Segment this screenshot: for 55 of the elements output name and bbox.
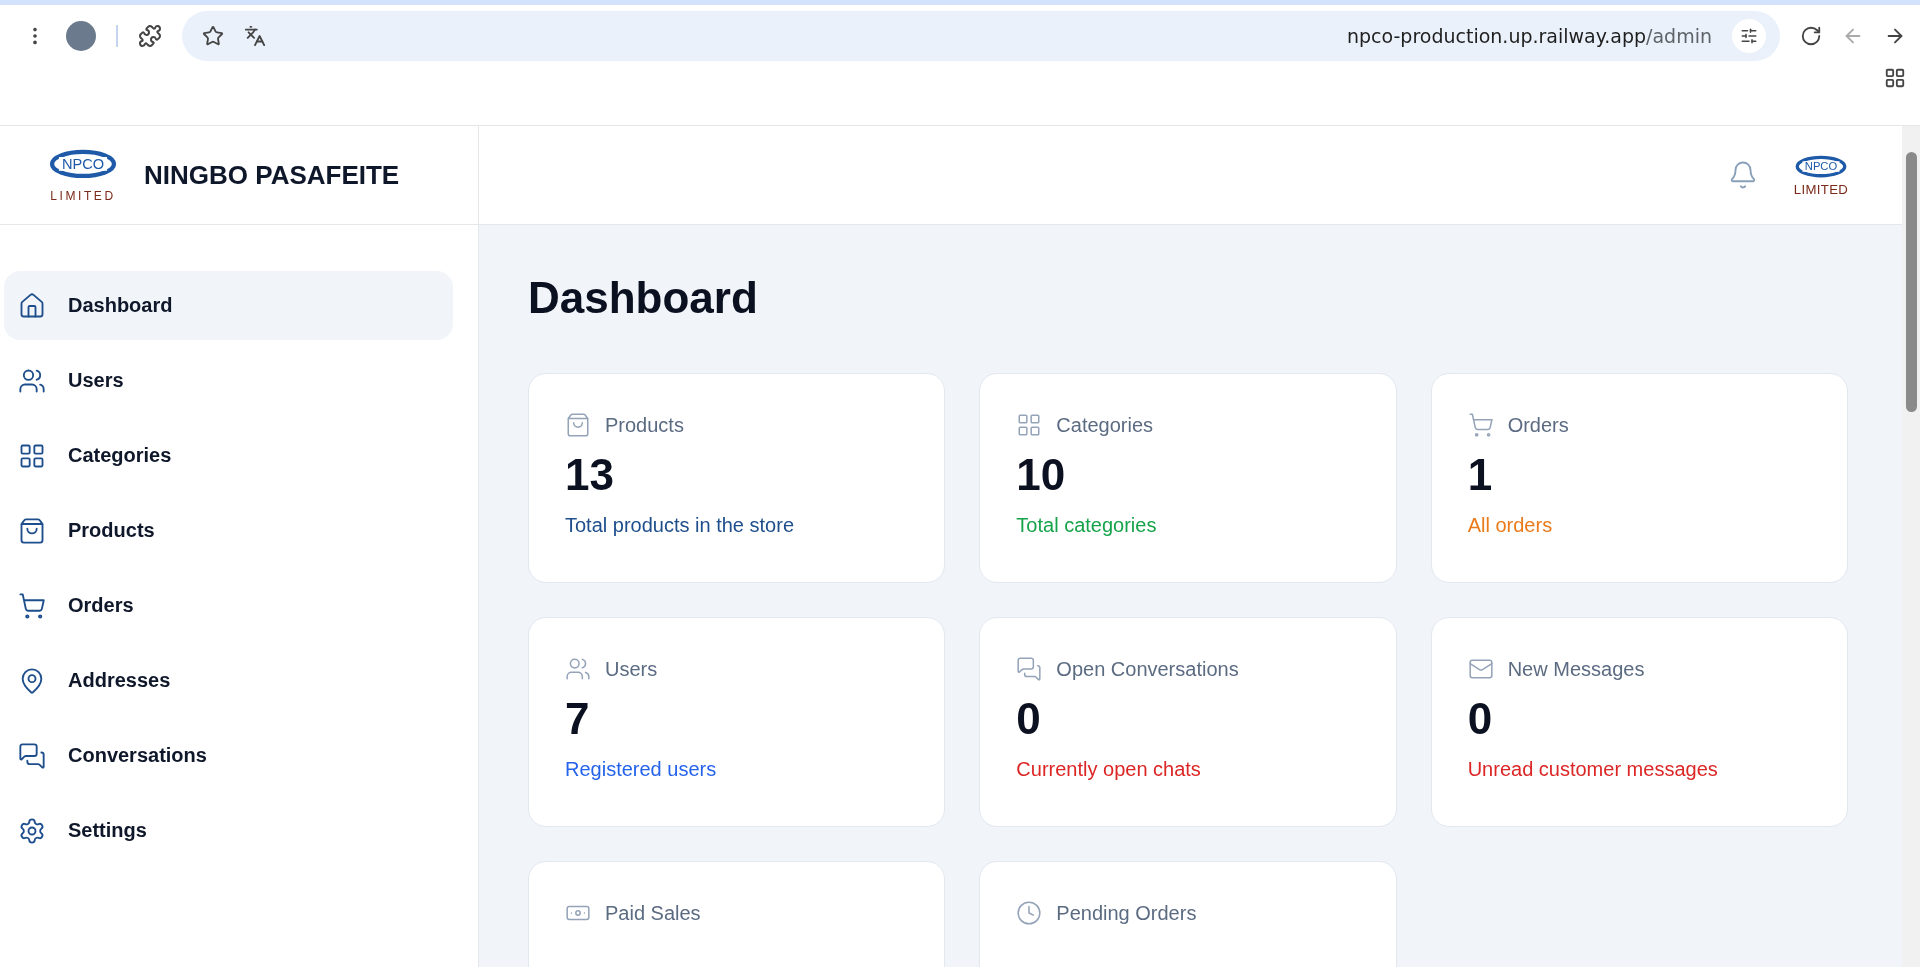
card-value: 13	[565, 450, 615, 500]
clock-icon	[1016, 900, 1043, 926]
site-settings-button[interactable]	[1732, 19, 1766, 53]
card-title: Pending Orders	[1056, 901, 1197, 925]
sidebar-item[interactable]: Users	[4, 346, 453, 415]
settings-icon	[18, 816, 46, 845]
avatar-logo: NPCO LIMITED	[1788, 151, 1854, 199]
address-bar[interactable]: npco-production.up.railway.app/admin	[182, 11, 1780, 61]
cart-icon	[18, 591, 46, 620]
card-note: Currently open chats	[1016, 758, 1202, 781]
users-icon	[565, 656, 591, 682]
card-note: Total categories	[1016, 514, 1158, 537]
profile-avatar[interactable]	[66, 21, 96, 51]
brand-name: NINGBO PASAFEITE	[144, 159, 400, 191]
page-title: Dashboard	[528, 273, 759, 323]
star-icon[interactable]	[202, 25, 224, 47]
card-title: Categories	[1056, 413, 1154, 437]
apps-grid-icon[interactable]	[1884, 67, 1906, 89]
sidebar-item[interactable]: Categories	[4, 421, 453, 490]
card-title: Products	[605, 413, 684, 437]
bag-icon	[18, 516, 46, 545]
extensions-icon[interactable]	[138, 24, 162, 48]
sidebar-item[interactable]: Settings	[4, 796, 453, 865]
url-text: npco-production.up.railway.app/admin	[1346, 25, 1712, 47]
bag-icon	[565, 412, 591, 438]
card-note: Unread customer messages	[1467, 758, 1719, 781]
card-value: 10	[1016, 450, 1067, 500]
sidebar-item[interactable]: Products	[4, 496, 453, 565]
cart-icon	[1467, 412, 1494, 438]
card-note: Total products in the store	[565, 514, 795, 537]
reload-icon[interactable]	[1800, 25, 1822, 47]
card-title: Open Conversations	[1056, 657, 1239, 681]
card-title: Users	[605, 657, 658, 681]
chat-bubbles-icon	[18, 741, 46, 770]
sidebar-item[interactable]: Addresses	[4, 646, 453, 715]
sliders-icon	[1740, 27, 1758, 45]
card-value: 7	[565, 694, 591, 744]
card-note: Registered users	[565, 758, 718, 781]
sidebar-item[interactable]: Conversations	[4, 721, 453, 790]
card-value: 0	[1016, 694, 1042, 744]
card-title: Paid Sales	[605, 901, 701, 925]
chat-bubbles-icon	[1016, 656, 1043, 682]
grid-icon	[1016, 412, 1043, 438]
card-title: New Messages	[1507, 657, 1645, 681]
card-title: Orders	[1507, 413, 1569, 437]
card-note: All orders	[1467, 514, 1554, 537]
sidebar-item[interactable]: Dashboard	[4, 271, 453, 340]
home-icon	[18, 291, 46, 320]
translate-icon[interactable]	[244, 25, 266, 47]
card-value: 1	[1467, 450, 1494, 500]
bell-icon[interactable]	[1728, 160, 1758, 190]
company-logo: NPCO LIMITED	[40, 144, 126, 206]
sidebar-item[interactable]: Orders	[4, 571, 453, 640]
card-value: 0	[1467, 694, 1494, 744]
scrollbar[interactable]	[1902, 126, 1920, 967]
